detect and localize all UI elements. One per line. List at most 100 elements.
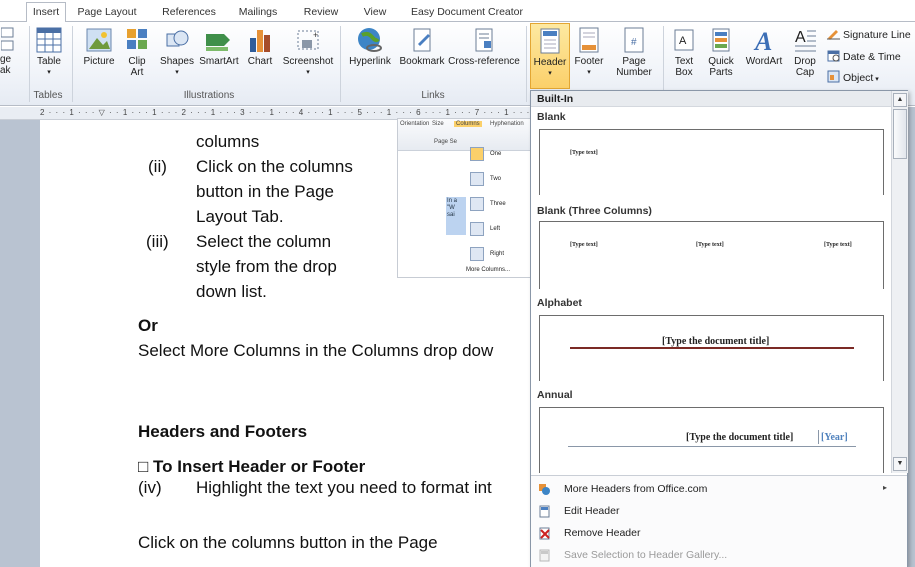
quick-parts-label: Quick Parts [708,56,734,78]
quick-parts-button[interactable]: Quick Parts [703,26,739,78]
inset-option-left-label: Left [490,226,501,232]
save-selection-icon [539,549,550,562]
footer-button[interactable]: Footer ▾ [571,26,607,78]
edit-header-icon [539,505,550,518]
gallery-section-blank-title: Blank [537,111,566,123]
tab-mailings[interactable]: Mailings [233,3,283,22]
inset-hyphenation-label: Hyphenation [490,121,524,127]
doc-line-ii-1: Click on the columns [196,157,353,176]
doc-line-iii-1: Select the column [196,232,332,251]
tab-review[interactable]: Review [300,3,342,22]
screenshot-button[interactable]: + Screenshot ▾ [278,26,338,78]
annual-rule [568,446,856,447]
header-gallery-dropdown: Built-In Blank [Type text] Blank (Three … [530,90,908,567]
menu-remove-header[interactable]: Remove Header [531,523,907,545]
bookmark-icon [413,28,431,52]
table-label: Table [37,56,61,67]
object-icon [827,70,840,83]
clip-art-button[interactable]: Clip Art [122,26,152,78]
doc-line-or: Or [138,316,158,335]
group-label-tables: Tables [33,90,63,101]
scroll-up-icon[interactable]: ▲ [893,93,907,107]
cross-reference-button[interactable]: Cross-reference [447,26,521,67]
page-number-button[interactable]: # Page Number [609,26,659,78]
gallery-scrollbar[interactable]: ▲ ▼ [891,91,908,473]
header-button[interactable]: Header ▾ [530,23,570,89]
drop-cap-icon: A [795,29,816,52]
menu-save-selection-label: Save Selection to Header Gallery... [564,549,728,561]
group-label-illustrations: Illustrations [183,90,235,101]
tab-references[interactable]: References [158,3,220,22]
picture-button[interactable]: Picture [80,26,118,67]
doc-line-select-more: Select More Columns in the Columns drop … [138,341,494,360]
tab-page-layout[interactable]: Page Layout [76,3,138,22]
gallery-section-annual-title: Annual [537,389,573,401]
svg-text:A: A [679,35,687,47]
svg-text:A: A [795,29,806,46]
annual-title-placeholder: [Type the document title] [686,432,794,443]
chart-button[interactable]: Chart [244,26,276,67]
smartart-icon [206,34,230,51]
embedded-columns-screenshot: Orientation Size Columns Hyphenation Pag… [397,118,535,278]
header-option-alphabet[interactable]: [Type the document title] [539,315,884,381]
inset-selected-line-1: In a [447,198,458,204]
doc-line-ii-2: button in the Page [196,182,335,201]
tab-insert[interactable]: Insert [26,2,66,23]
doc-list-number-ii: (ii) [148,157,167,176]
tab-easy-document-creator[interactable]: Easy Document Creator [408,3,526,22]
scroll-down-icon[interactable]: ▼ [893,457,907,471]
document-background-right [908,107,915,567]
shapes-button[interactable]: Shapes ▾ [158,26,196,78]
header-option-blank-three-columns[interactable]: [Type text] [Type text] [Type text] [539,221,884,289]
blank-placeholder: [Type text] [570,150,598,156]
header-dropdown-icon: ▾ [548,70,552,77]
date-time-label: Date & Time [843,51,901,63]
tab-view[interactable]: View [358,3,392,22]
doc-line-ii-3: Layout Tab. [196,207,284,226]
page-number-icon: # [624,27,644,53]
table-button[interactable]: Table ▾ [33,26,65,78]
wordart-icon: A [753,27,772,54]
doc-line-to-insert: □ To Insert Header or Footer [138,457,366,476]
svg-text:+: + [313,30,318,40]
cross-reference-icon [475,28,493,52]
remove-header-icon [539,527,550,540]
object-label: Object [843,72,874,84]
signature-line-button[interactable]: Signature Line [827,27,911,43]
wordart-button[interactable]: A WordArt [741,26,787,67]
screenshot-label: Screenshot [282,56,334,67]
shapes-label: Shapes [160,56,194,67]
object-button[interactable]: Object ▾ [827,70,879,86]
doc-list-number-iii: (iii) [146,232,169,251]
hyperlink-button[interactable]: Hyperlink [343,26,397,67]
menu-save-selection: Save Selection to Header Gallery... [531,545,907,567]
header-option-annual[interactable]: [Type the document title] [Year] [539,407,884,473]
header-option-blank[interactable]: [Type text] [539,129,884,195]
alphabet-title-placeholder: [Type the document title] [662,336,770,347]
drop-cap-button[interactable]: A Drop Cap [789,26,821,78]
doc-line-columns: columns [196,132,260,151]
footer-dropdown-icon: ▾ [587,69,591,76]
chart-icon [250,30,270,52]
ruler-markings: 2 · · · 1 · · · ▽ · · 1 · · · 1 · · · 2 … [40,108,560,117]
doc-line-click-columns: Click on the columns button in the Page [138,533,438,552]
inset-option-two: Two [466,168,534,190]
screenshot-dropdown-icon: ▾ [306,69,310,76]
signature-line-icon [827,30,840,40]
hyperlink-label: Hyperlink [349,56,391,67]
inset-option-right: Right [466,243,534,265]
inset-columns-label: Columns [454,121,482,127]
date-time-button[interactable]: Date & Time [827,49,901,65]
menu-more-headers[interactable]: More Headers from Office.com ▸ [531,479,907,501]
word-window: Insert Page Layout References Mailings R… [0,0,915,567]
bookmark-button[interactable]: Bookmark [396,26,448,67]
inset-option-two-label: Two [490,176,502,182]
page-break-button[interactable]: ge ak [0,26,16,76]
smartart-button[interactable]: SmartArt [196,26,242,67]
menu-edit-header[interactable]: Edit Header [531,501,907,523]
header-menu: More Headers from Office.com ▸ Edit Head… [531,475,907,567]
text-box-button[interactable]: A Text Box [667,26,701,78]
footer-icon [579,27,599,53]
scroll-thumb[interactable] [893,109,907,159]
signature-line-label: Signature Line [843,29,911,41]
